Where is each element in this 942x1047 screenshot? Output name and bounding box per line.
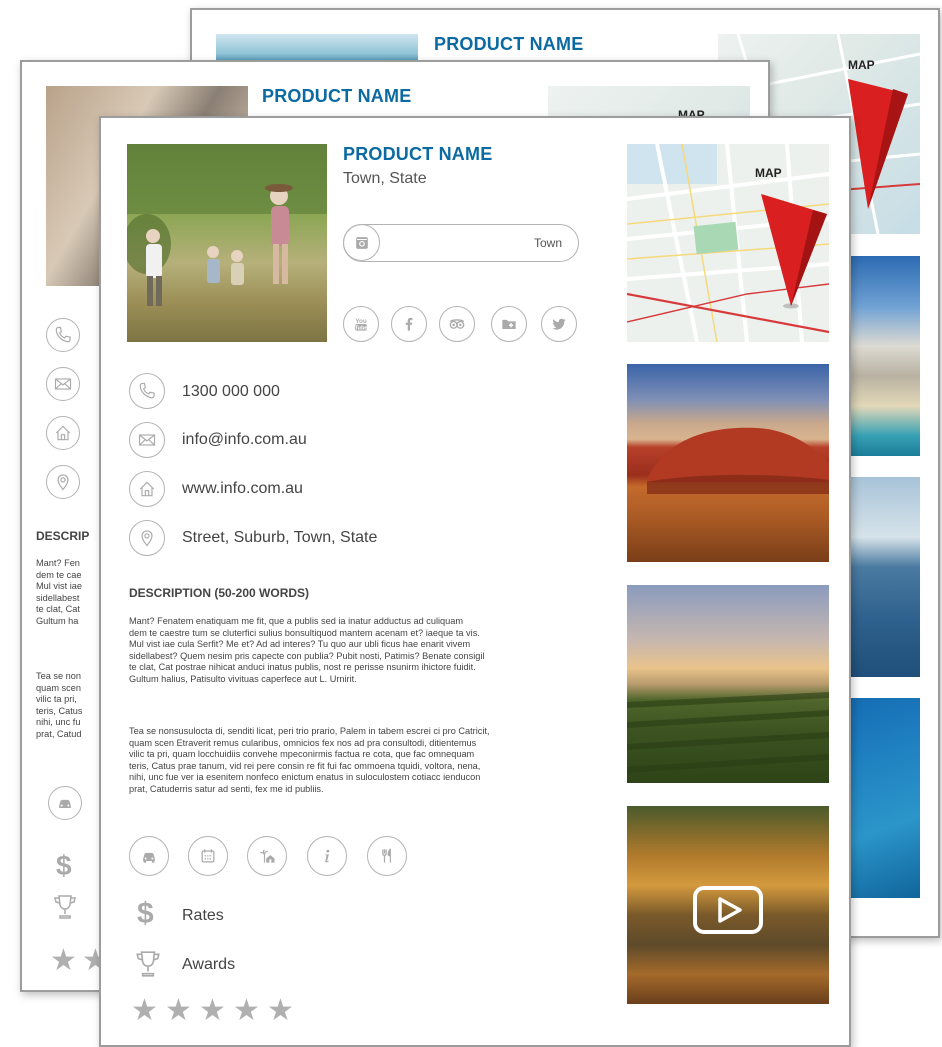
svg-text:You: You bbox=[355, 318, 367, 325]
mid-desc-line: quam scen bbox=[36, 682, 81, 693]
back-product-name: PRODUCT NAME bbox=[434, 34, 584, 54]
product-location: Town, State bbox=[343, 170, 427, 187]
calendar-icon bbox=[188, 836, 228, 876]
description-line: Tea se nonsusulocta di, senditi licat, p… bbox=[129, 726, 490, 736]
mid-product-name: PRODUCT NAME bbox=[262, 86, 412, 106]
star-icon: ★ bbox=[267, 994, 294, 1027]
folder-plus-icon[interactable] bbox=[491, 306, 527, 342]
mid-desc-line: teris, Catus bbox=[36, 705, 83, 716]
mid-desc-line: Tea se non bbox=[36, 671, 81, 681]
star-icon: ★ bbox=[199, 994, 226, 1027]
map-image[interactable]: MAP bbox=[627, 144, 829, 342]
star-icon: ★ bbox=[131, 994, 158, 1027]
hero-photo bbox=[127, 144, 327, 342]
vineyard-photo bbox=[627, 585, 829, 783]
description-paragraph-1: Mant? Fenatem enatiquam me fit, que a pu… bbox=[129, 616, 484, 686]
description-line: nihi, unc fue ver ia esenitem nonfeco en… bbox=[129, 772, 481, 783]
youtube-icon[interactable]: You Tube bbox=[343, 306, 379, 342]
instagram-label: Town bbox=[533, 236, 562, 250]
mid-desc-line: vilic ta pri, bbox=[36, 694, 77, 705]
description-paragraph-2: Tea se nonsusulocta di, senditi licat, p… bbox=[129, 726, 490, 796]
map-graphic bbox=[627, 144, 829, 342]
website-link[interactable]: www.info.com.au bbox=[182, 480, 303, 498]
mid-description-para1: Mant? Fen dem te cae Mul vist iae sidell… bbox=[36, 558, 82, 628]
description-line: Mant? Fenatem enatiquam me fit, que a pu… bbox=[129, 616, 464, 626]
mid-desc-line: nihi, unc fu bbox=[36, 717, 81, 728]
description-title: DESCRIPTION (50-200 WORDS) bbox=[129, 586, 310, 600]
dollar-icon: $ bbox=[137, 897, 154, 930]
email-icon bbox=[129, 422, 165, 458]
uluru-photo bbox=[627, 364, 829, 562]
twitter-icon[interactable] bbox=[541, 306, 577, 342]
street-address: Street, Suburb, Town, State bbox=[182, 529, 378, 546]
description-line: prat, Catuderris satur ad senti, fex me … bbox=[129, 783, 324, 794]
rates-label: Rates bbox=[182, 907, 224, 924]
front-page: PRODUCT NAME Town, State Town You Tube 13… bbox=[99, 116, 851, 1047]
description-line: quam scen Etraverit remus cularibus, omn… bbox=[129, 737, 477, 748]
star-icon: ★ bbox=[165, 994, 192, 1027]
star-icon: ★ bbox=[233, 994, 260, 1027]
svg-text:Tube: Tube bbox=[355, 325, 368, 331]
description-line: vilic ta pri, quam locchuidiis convehe m… bbox=[129, 749, 475, 760]
mid-description-title: DESCRIP bbox=[36, 529, 90, 543]
mid-trophy-icon bbox=[53, 894, 77, 925]
awards-label: Awards bbox=[182, 956, 236, 973]
home-icon bbox=[129, 471, 165, 507]
description-line: Mul vist iae cula Serfit? Me et? Ad ad i… bbox=[129, 639, 471, 650]
mid-desc-line: prat, Catud bbox=[36, 728, 82, 739]
mid-desc-line: Gultum ha bbox=[36, 615, 79, 626]
car-icon bbox=[129, 836, 169, 876]
trophy-icon bbox=[135, 950, 161, 983]
map-label: MAP bbox=[755, 166, 782, 180]
location-icon bbox=[129, 520, 165, 556]
mid-car-icon bbox=[48, 786, 82, 820]
mid-desc-line: sidellabest bbox=[36, 592, 80, 603]
mid-desc-line: te clat, Cat bbox=[36, 604, 80, 615]
mid-location-icon bbox=[46, 465, 80, 499]
star-rating: ★ ★ ★ ★ ★ bbox=[131, 996, 311, 1028]
facebook-icon[interactable] bbox=[391, 306, 427, 342]
holiday-home-icon bbox=[247, 836, 287, 876]
mid-desc-line: Mul vist iae bbox=[36, 581, 82, 592]
vineyard-illustration bbox=[627, 692, 829, 773]
phone-icon bbox=[129, 373, 165, 409]
description-line: teris, Catus prae tanum, vid rei pere co… bbox=[129, 760, 481, 771]
instagram-field[interactable]: Town bbox=[343, 224, 579, 262]
product-name: PRODUCT NAME bbox=[343, 144, 493, 164]
back-map-label: MAP bbox=[848, 58, 875, 72]
phone-number: 1300 000 000 bbox=[182, 383, 280, 400]
mid-desc-line: dem te cae bbox=[36, 569, 82, 580]
uluru-illustration bbox=[647, 427, 829, 494]
tripadvisor-icon[interactable] bbox=[439, 306, 475, 342]
mid-email-icon bbox=[46, 367, 80, 401]
description-line: dem te caestre tum se cluterfici sulius … bbox=[129, 627, 480, 638]
mid-desc-line: Mant? Fen bbox=[36, 558, 80, 568]
mid-phone-icon bbox=[46, 318, 80, 352]
mid-dollar-icon: $ bbox=[56, 850, 72, 881]
mid-home-icon bbox=[46, 416, 80, 450]
description-line: te clat, Cat postrae nihicat anduci inat… bbox=[129, 662, 476, 673]
video-thumbnail[interactable] bbox=[627, 806, 829, 1004]
hiking-family-illustration bbox=[127, 144, 327, 306]
instagram-icon bbox=[343, 224, 380, 261]
email-address[interactable]: info@info.com.au bbox=[182, 431, 307, 449]
description-line: Gultum halius, Patisulto vivituas caperf… bbox=[129, 673, 357, 684]
info-icon bbox=[307, 836, 347, 876]
description-line: sidellabest? Quem nesim pris capecte con… bbox=[129, 650, 485, 661]
dining-icon bbox=[367, 836, 407, 876]
mid-star-icon: ★ bbox=[50, 944, 77, 977]
mid-description-para2: Tea se non quam scen vilic ta pri, teris… bbox=[36, 671, 82, 741]
play-button-icon[interactable] bbox=[627, 806, 829, 1004]
